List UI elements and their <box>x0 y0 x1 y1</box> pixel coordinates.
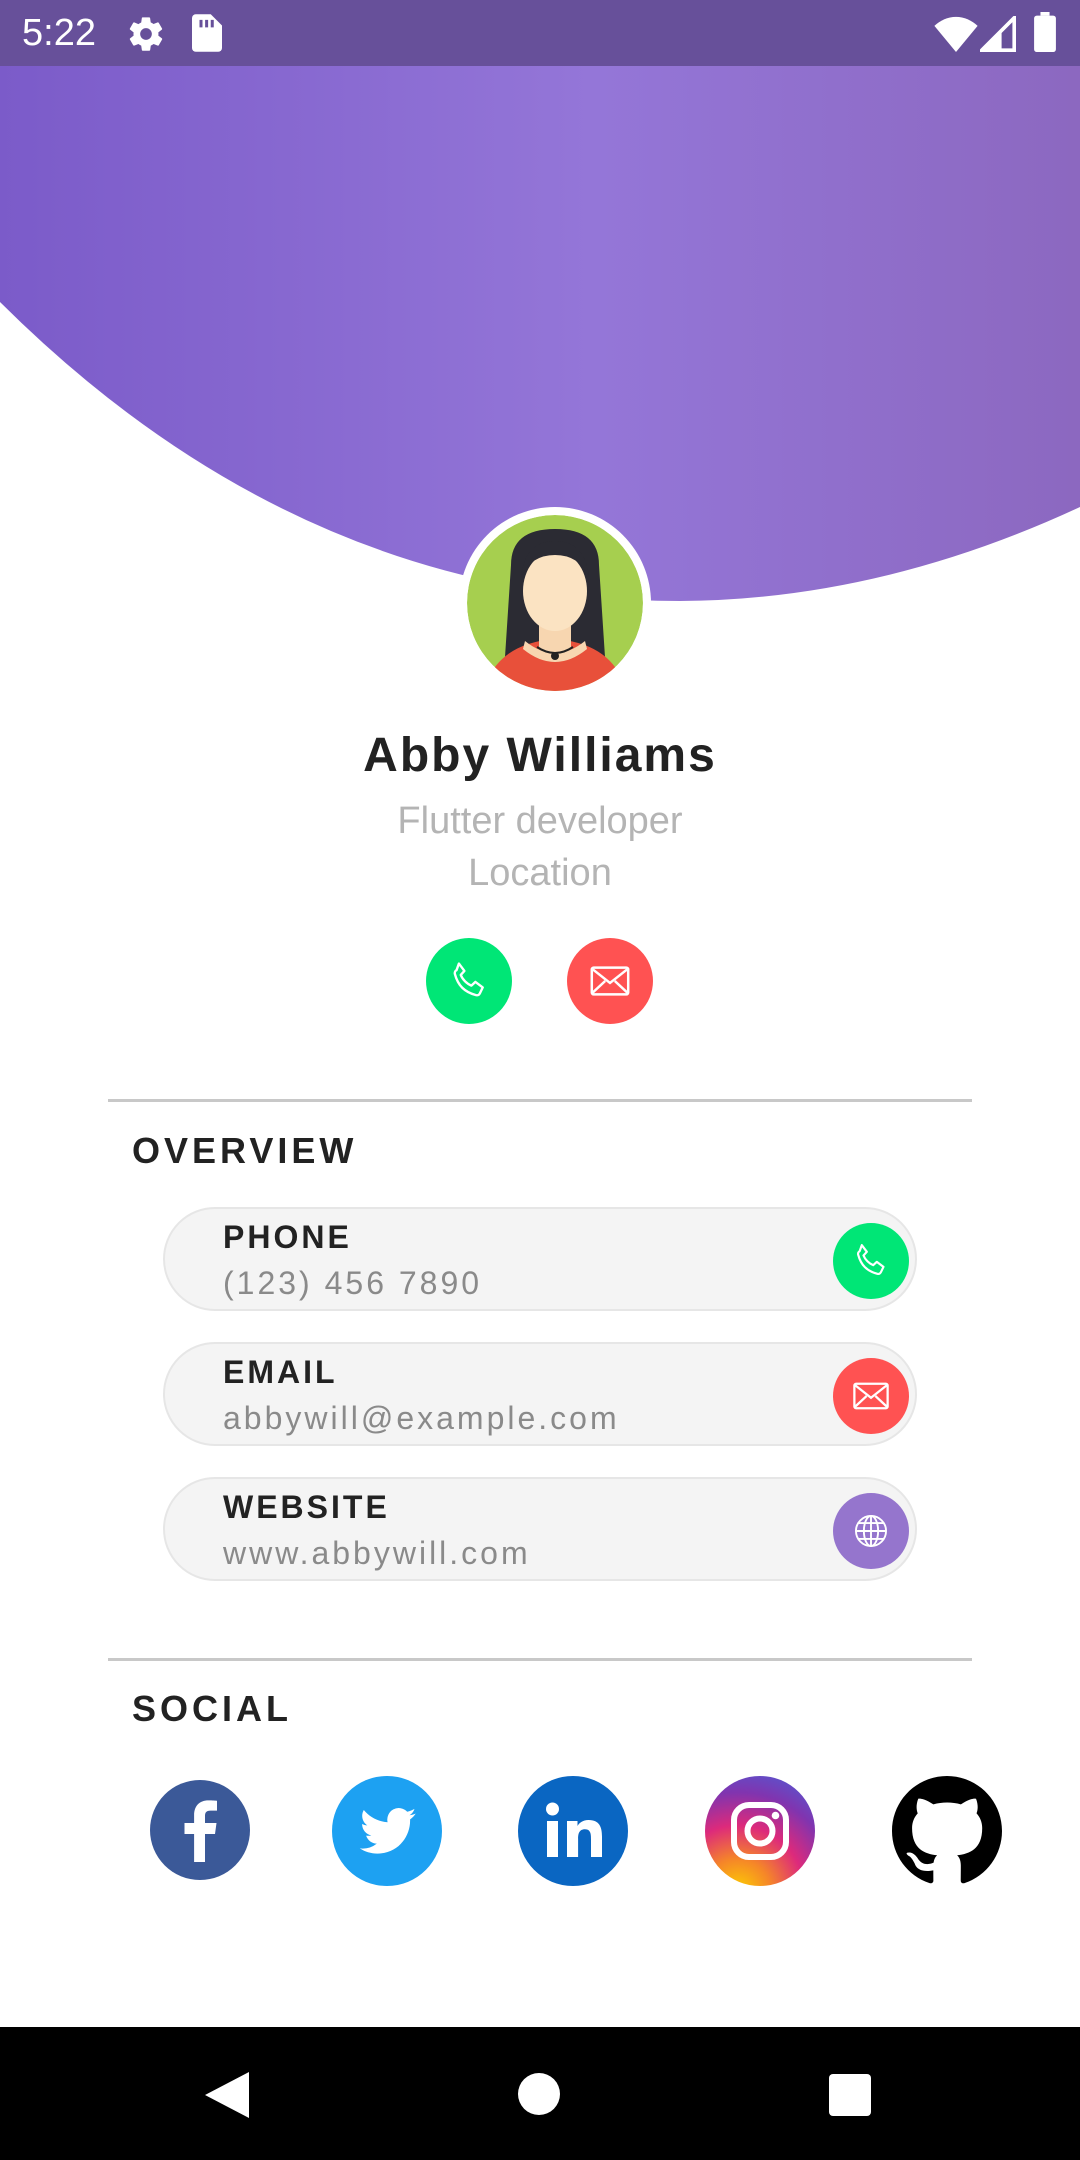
email-send-button[interactable] <box>833 1358 909 1434</box>
phone-label: PHONE <box>223 1219 352 1255</box>
gear-icon <box>129 17 163 51</box>
email-label: EMAIL <box>223 1354 338 1390</box>
sd-card-icon <box>192 14 222 52</box>
email-value: abbywill@example.com <box>223 1400 620 1436</box>
profile-role: Flutter developer <box>397 800 683 842</box>
globe-icon <box>855 1515 887 1547</box>
website-open-button[interactable] <box>833 1493 909 1569</box>
website-card[interactable]: WEBSITE www.abbywill.com <box>163 1477 917 1581</box>
social-title: SOCIAL <box>132 1688 293 1729</box>
phone-call-button[interactable] <box>833 1223 909 1299</box>
overview-title: OVERVIEW <box>132 1130 358 1171</box>
email-card[interactable]: EMAIL abbywill@example.com <box>163 1342 917 1446</box>
wifi-icon <box>934 16 978 52</box>
avatar <box>467 515 643 691</box>
profile-location: Location <box>468 852 612 894</box>
github-icon[interactable] <box>892 1776 1002 1886</box>
call-button[interactable] <box>426 938 512 1024</box>
recents-icon[interactable] <box>829 2074 871 2116</box>
divider <box>108 1099 972 1102</box>
phone-card[interactable]: PHONE (123) 456 7890 <box>163 1207 917 1311</box>
divider <box>108 1658 972 1661</box>
mail-icon <box>853 1382 889 1410</box>
phone-icon <box>856 1244 885 1276</box>
website-value: www.abbywill.com <box>223 1535 531 1571</box>
status-bar: 5:22 <box>0 0 1080 66</box>
twitter-icon[interactable] <box>332 1776 442 1886</box>
navigation-bar <box>0 2027 1080 2160</box>
mail-icon <box>590 966 630 996</box>
back-icon[interactable] <box>205 2072 249 2118</box>
website-label: WEBSITE <box>223 1489 390 1525</box>
profile-name: Abby Williams <box>363 729 717 782</box>
instagram-icon[interactable] <box>705 1776 815 1886</box>
status-time: 5:22 <box>22 12 96 54</box>
phone-icon <box>453 962 484 997</box>
cell-signal-icon <box>980 16 1016 52</box>
facebook-icon[interactable] <box>150 1780 250 1880</box>
linkedin-icon[interactable] <box>518 1776 628 1886</box>
female-avatar-icon <box>467 515 643 691</box>
home-icon[interactable] <box>518 2073 560 2115</box>
battery-icon <box>1034 12 1056 52</box>
phone-value: (123) 456 7890 <box>223 1265 483 1301</box>
email-button[interactable] <box>567 938 653 1024</box>
